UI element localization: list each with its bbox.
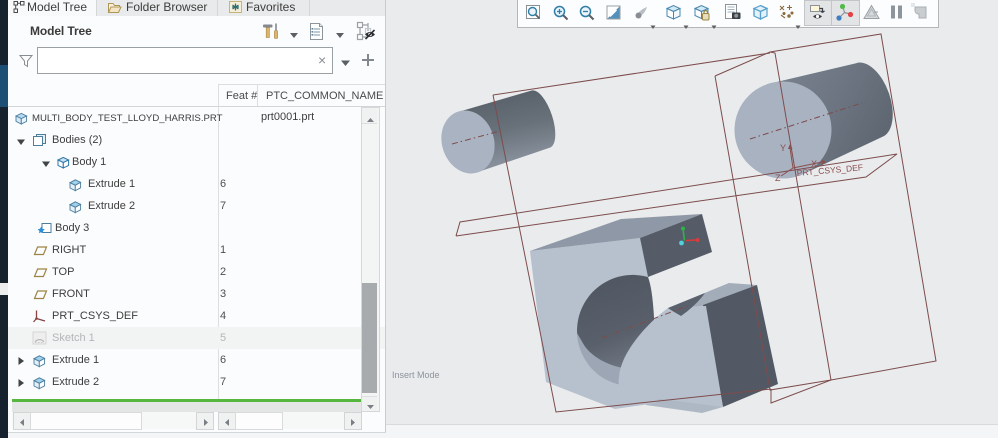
svg-text:Y: Y (780, 143, 786, 153)
svg-text:Z: Z (775, 173, 781, 183)
svg-text:Insert Mode: Insert Mode (392, 370, 440, 380)
